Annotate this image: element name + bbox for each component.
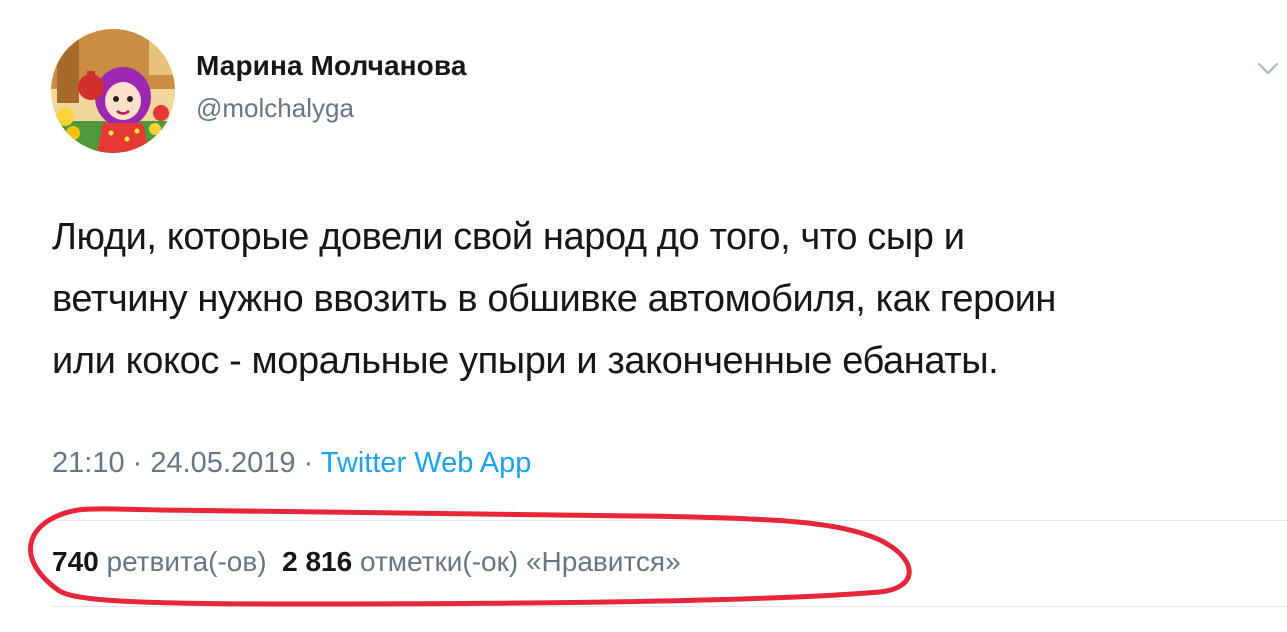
cartoon-girl-avatar-icon bbox=[51, 29, 175, 153]
likes-count[interactable]: 2 816 bbox=[282, 546, 352, 577]
tweet-date[interactable]: 24.05.2019 bbox=[150, 447, 295, 479]
divider bbox=[52, 606, 1287, 607]
tweet-source-link[interactable]: Twitter Web App bbox=[321, 447, 532, 479]
author-name[interactable]: Марина Молчанова bbox=[196, 50, 467, 82]
author-handle[interactable]: @molchalyga bbox=[196, 93, 354, 124]
tweet-meta: 21:10 · 24.05.2019 · Twitter Web App bbox=[52, 447, 531, 480]
tweet-time[interactable]: 21:10 bbox=[52, 447, 125, 479]
meta-separator: · bbox=[124, 447, 151, 479]
tweet-line: или кокос - моральные упыри и законченны… bbox=[52, 340, 999, 382]
tweet-line: Люди, которые довели свой народ до того,… bbox=[52, 216, 965, 258]
retweets-label[interactable]: ретвита(-ов) bbox=[107, 546, 267, 577]
tweet-line: ветчину нужно ввозить в обшивке автомоби… bbox=[52, 278, 1056, 320]
meta-separator: · bbox=[295, 447, 321, 479]
likes-label[interactable]: отметки(-ок) «Нравится» bbox=[360, 546, 681, 577]
avatar[interactable] bbox=[51, 29, 175, 153]
divider bbox=[52, 520, 1287, 521]
chevron-down-icon[interactable] bbox=[1257, 62, 1279, 76]
tweet-stats: 740 ретвита(-ов) 2 816 отметки(-ок) «Нра… bbox=[52, 546, 681, 578]
retweets-count[interactable]: 740 bbox=[52, 546, 99, 577]
tweet-text: Люди, которые довели свой народ до того,… bbox=[52, 206, 1284, 392]
